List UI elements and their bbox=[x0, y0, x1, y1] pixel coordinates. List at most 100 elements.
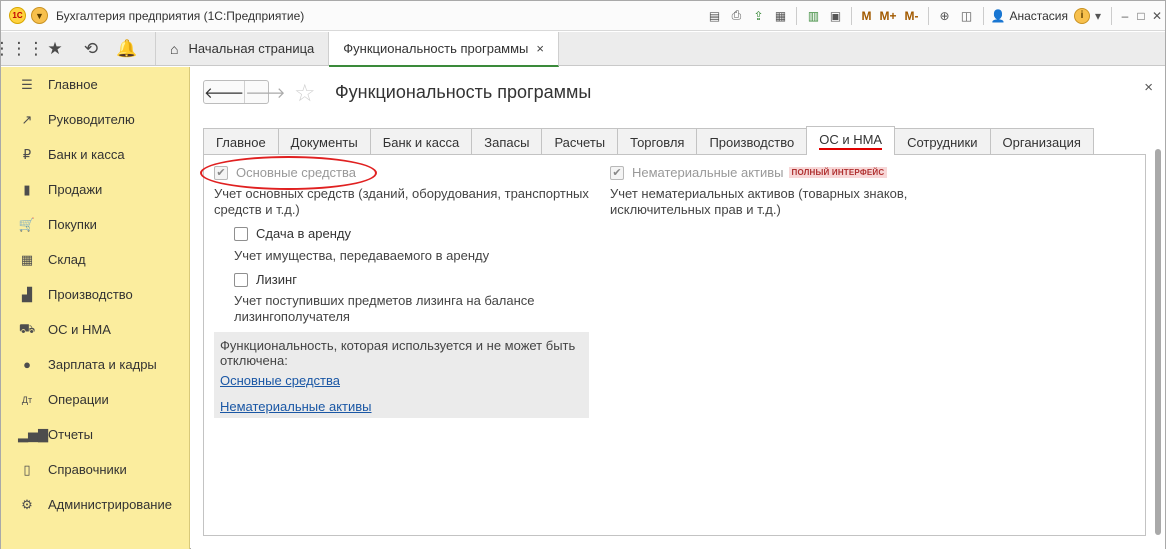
dt-kt-icon: Дт bbox=[21, 394, 33, 405]
sidebar-item-label: Справочники bbox=[48, 462, 127, 477]
calculator-icon[interactable]: ▥ bbox=[804, 7, 822, 25]
tab-organization[interactable]: Организация bbox=[989, 128, 1094, 155]
grid-icon: ▦ bbox=[20, 251, 34, 267]
apps-grid-icon[interactable]: ⋮⋮⋮ bbox=[0, 32, 45, 66]
tab-settlements[interactable]: Расчеты bbox=[541, 128, 619, 155]
favorite-star-icon[interactable]: ☆ bbox=[294, 79, 316, 108]
calendar-icon[interactable]: ▣ bbox=[826, 7, 844, 25]
sidebar-item-operations[interactable]: Дт Операции bbox=[1, 382, 189, 417]
title-bar: 1С ▼ Бухгалтерия предприятия (1С:Предпри… bbox=[1, 1, 1165, 31]
leasing-description: Учет поступивших предметов лизинга на ба… bbox=[234, 293, 535, 325]
factory-icon: ▟ bbox=[22, 286, 32, 302]
sidebar-item-sales[interactable]: ▮ Продажи bbox=[1, 172, 189, 207]
form-tabs: Главное Документы Банк и касса Запасы Ра… bbox=[203, 126, 1094, 155]
tab-label: ОС и НМА bbox=[819, 132, 883, 150]
app-window: 1С ▼ Бухгалтерия предприятия (1С:Предпри… bbox=[0, 0, 1166, 549]
history-icon[interactable]: ⟲ bbox=[73, 32, 109, 66]
sidebar-item-fixed-assets[interactable]: ⛟ ОС и НМА bbox=[1, 312, 189, 347]
panels-icon[interactable]: ◫ bbox=[958, 7, 976, 25]
minimize-icon[interactable]: – bbox=[1117, 7, 1133, 25]
sidebar-item-label: Операции bbox=[48, 392, 109, 407]
1c-logo-icon: 1С bbox=[9, 7, 26, 24]
lease-option: Сдача в аренду bbox=[234, 226, 351, 241]
tab-functionality[interactable]: Функциональность программы × bbox=[329, 32, 559, 67]
close-window-icon[interactable]: ✕ bbox=[1149, 7, 1165, 25]
forward-arrow-icon[interactable]: 🡒 bbox=[244, 81, 285, 103]
description-line: Учет имущества, передаваемого в аренду bbox=[234, 248, 490, 263]
main-menu-button[interactable]: ▼ bbox=[31, 7, 48, 24]
vertical-scrollbar[interactable] bbox=[1155, 149, 1161, 535]
intangible-assets-label: Нематериальные активы bbox=[632, 165, 784, 180]
tab-trade[interactable]: Торговля bbox=[617, 128, 698, 155]
tab-fixed-assets[interactable]: ОС и НМА bbox=[806, 126, 896, 155]
save-icon[interactable]: ▤ bbox=[705, 7, 723, 25]
sidebar-item-manager[interactable]: ↗ Руководителю bbox=[1, 102, 189, 137]
sidebar-item-label: ОС и НМА bbox=[48, 322, 111, 337]
info-icon[interactable]: i bbox=[1074, 7, 1090, 24]
maximize-icon[interactable]: □ bbox=[1133, 7, 1149, 25]
sidebar-item-bank[interactable]: ₽ Банк и касса bbox=[1, 137, 189, 172]
tab-employees[interactable]: Сотрудники bbox=[894, 128, 991, 155]
app-title: Бухгалтерия предприятия (1С:Предприятие) bbox=[56, 8, 305, 23]
intangible-assets-checkbox[interactable]: ✔ bbox=[610, 165, 624, 180]
description-line: Учет нематериальных активов (товарных зн… bbox=[610, 186, 908, 201]
tab-main[interactable]: Главное bbox=[203, 128, 279, 155]
intangible-assets-link[interactable]: Нематериальные активы bbox=[220, 399, 372, 414]
close-tab-icon[interactable]: × bbox=[536, 41, 544, 56]
info-line: Функциональность, которая используется и… bbox=[220, 338, 576, 353]
tab-production[interactable]: Производство bbox=[696, 128, 808, 155]
trend-icon: ↗ bbox=[21, 111, 33, 127]
memory-m-button[interactable]: M bbox=[859, 7, 873, 25]
cart-icon: 🛒 bbox=[18, 216, 36, 232]
favorites-star-icon[interactable]: ★ bbox=[37, 32, 73, 66]
zoom-icon[interactable]: ⊕ bbox=[936, 7, 954, 25]
sidebar-item-catalogs[interactable]: ▯ Справочники bbox=[1, 452, 189, 487]
sidebar-item-payroll[interactable]: ● Зарплата и кадры bbox=[1, 347, 189, 382]
sidebar-item-reports[interactable]: ▂▅▇ Отчеты bbox=[1, 417, 189, 452]
user-icon: 👤 bbox=[990, 8, 1006, 23]
lease-checkbox[interactable] bbox=[234, 226, 248, 241]
memory-m-plus-button[interactable]: M+ bbox=[877, 7, 898, 25]
tab-inventory[interactable]: Запасы bbox=[471, 128, 543, 155]
user-menu[interactable]: 👤 Анастасия bbox=[991, 9, 1069, 23]
leasing-label: Лизинг bbox=[256, 272, 297, 287]
info-line: отключена: bbox=[220, 353, 288, 368]
print-icon[interactable]: ⎙ bbox=[727, 7, 745, 25]
tab-home-page[interactable]: ⌂ Начальная страница bbox=[156, 32, 330, 65]
full-interface-badge: ПОЛНЫЙ ИНТЕРФЕЙС bbox=[788, 167, 888, 178]
notifications-bell-icon[interactable]: 🔔 bbox=[109, 32, 145, 66]
description-line: лизингополучателя bbox=[234, 309, 350, 324]
page-title: Функциональность программы bbox=[335, 82, 592, 102]
sidebar-item-production[interactable]: ▟ Производство bbox=[1, 277, 189, 312]
sidebar-item-label: Склад bbox=[48, 252, 86, 267]
sidebar-item-administration[interactable]: ⚙ Администрирование bbox=[1, 487, 189, 522]
close-form-icon[interactable]: × bbox=[1144, 79, 1153, 96]
sidebar-item-main[interactable]: ☰ Главное bbox=[1, 67, 189, 102]
main-content: 🡐 🡒 ☆ Функциональность программы × Главн… bbox=[191, 67, 1165, 549]
history-nav: 🡐 🡒 bbox=[203, 80, 285, 104]
print-preview-icon[interactable]: ▦ bbox=[771, 7, 789, 25]
sidebar-item-warehouse[interactable]: ▦ Склад bbox=[1, 242, 189, 277]
leasing-option: Лизинг bbox=[234, 272, 297, 287]
highlight-oval bbox=[200, 156, 377, 190]
tab-bank-cash[interactable]: Банк и касса bbox=[369, 128, 473, 155]
back-arrow-icon[interactable]: 🡐 bbox=[204, 81, 244, 103]
upload-icon[interactable]: ⇪ bbox=[749, 7, 767, 25]
description-line: средств и т.д.) bbox=[214, 202, 300, 217]
chevron-down-icon[interactable]: ▾ bbox=[1090, 7, 1106, 25]
always-used-info-box: Функциональность, которая используется и… bbox=[214, 332, 589, 418]
fixed-assets-link[interactable]: Основные средства bbox=[220, 373, 340, 388]
intangible-assets-option: ✔ Нематериальные активы ПОЛНЫЙ ИНТЕРФЕЙС bbox=[610, 165, 888, 180]
sidebar-item-label: Руководителю bbox=[48, 112, 135, 127]
open-windows-bar: ⋮⋮⋮ ★ ⟲ 🔔 ⌂ Начальная страница Функциона… bbox=[0, 32, 1165, 67]
bar-chart-icon: ▂▅▇ bbox=[18, 426, 48, 442]
memory-m-minus-button[interactable]: M- bbox=[903, 7, 921, 25]
truck-icon: ⛟ bbox=[18, 320, 36, 336]
sidebar-item-label: Администрирование bbox=[48, 497, 172, 512]
tab-documents[interactable]: Документы bbox=[277, 128, 371, 155]
description-line: Учет поступивших предметов лизинга на ба… bbox=[234, 293, 535, 308]
sidebar-item-label: Зарплата и кадры bbox=[48, 357, 157, 372]
leasing-checkbox[interactable] bbox=[234, 272, 248, 287]
menu-lines-icon: ☰ bbox=[21, 76, 33, 92]
sidebar-item-purchases[interactable]: 🛒 Покупки bbox=[1, 207, 189, 242]
